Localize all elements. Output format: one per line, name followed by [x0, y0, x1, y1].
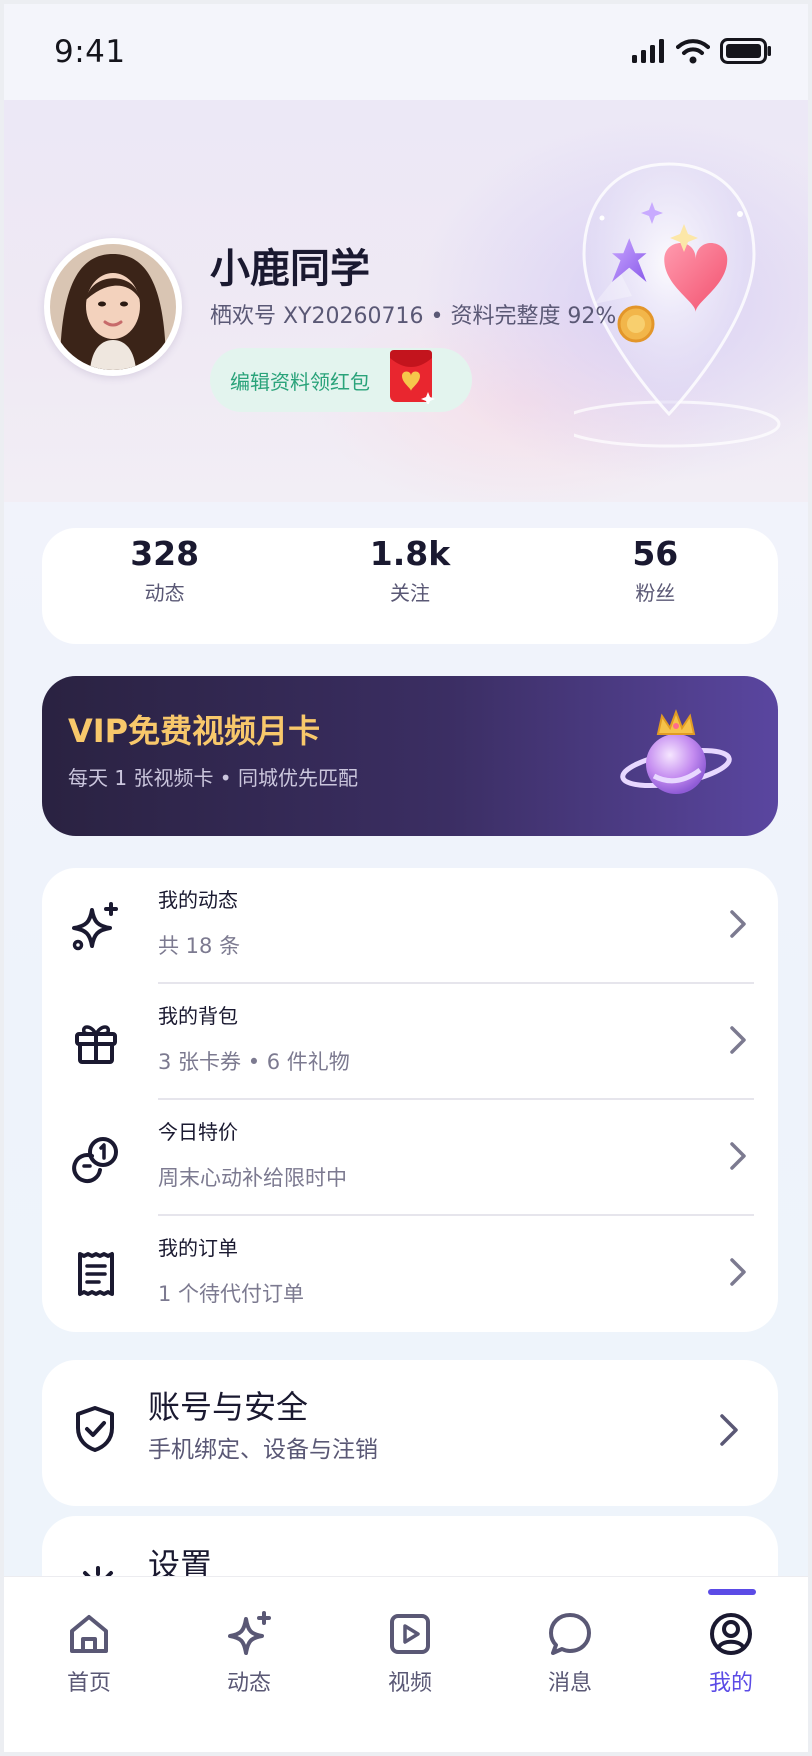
menu-item-daily-deals[interactable]: 今日特价 周末心动补给限时中 — [42, 1100, 778, 1216]
stat-followers[interactable]: 56 粉丝 — [555, 532, 755, 644]
crown-planet-icon — [620, 709, 732, 794]
receipt-icon — [78, 1252, 114, 1296]
avatar[interactable] — [44, 238, 182, 376]
chevron-right-icon — [720, 1414, 738, 1446]
menu-item-backpack[interactable]: 我的背包 3 张卡券 • 6 件礼物 — [42, 984, 778, 1100]
bottom-tab-bar: 首页 动态 视频 消息 我的 — [4, 1576, 808, 1752]
menu-item-subtitle: 周末心动补给限时中 — [158, 1166, 347, 1190]
chevron-right-icon — [730, 1026, 746, 1054]
vip-title: VIP免费视频月卡 — [68, 712, 321, 750]
active-tab-indicator — [708, 1589, 756, 1595]
account-security-item[interactable]: 账号与安全 手机绑定、设备与注销 — [42, 1360, 778, 1506]
stat-value: 1.8k — [369, 534, 451, 573]
chevron-right-icon — [730, 1142, 746, 1170]
status-bar: 9:41 — [4, 4, 808, 100]
home-icon — [70, 1615, 108, 1653]
vip-subtitle: 每天 1 张视频卡 • 同城优先匹配 — [68, 766, 358, 790]
account-subtitle: 手机绑定、设备与注销 — [148, 1437, 378, 1463]
profile-header: 小鹿同学 栖欢号 XY20260716 • 资料完整度 92% 编辑资料领红包 — [4, 100, 808, 502]
stat-label: 关注 — [389, 581, 430, 605]
menu-item-subtitle: 1 个待代付订单 — [158, 1282, 305, 1306]
menu-item-subtitle: 共 18 条 — [158, 934, 241, 958]
menu-item-title: 我的订单 — [158, 1236, 238, 1260]
tab-label: 我的 — [708, 1671, 753, 1696]
menu-item-subtitle: 3 张卡券 • 6 件礼物 — [158, 1050, 350, 1074]
gift-icon — [75, 1025, 117, 1064]
chat-icon — [549, 1613, 591, 1655]
tab-messages[interactable]: 消息 — [520, 1611, 620, 1697]
menu-item-title: 我的动态 — [158, 888, 238, 912]
battery-icon — [720, 38, 771, 64]
stat-label: 动态 — [144, 581, 185, 605]
profile-icon — [710, 1613, 752, 1655]
tab-video[interactable]: 视频 — [360, 1611, 460, 1697]
wifi-icon — [676, 39, 710, 64]
sparkle-icon — [228, 1611, 271, 1655]
vip-card[interactable]: VIP免费视频月卡 每天 1 张视频卡 • 同城优先匹配 — [42, 676, 778, 836]
coins-icon — [72, 1137, 118, 1184]
tab-label: 动态 — [226, 1671, 271, 1696]
stat-label: 粉丝 — [635, 581, 676, 605]
stats-card: 328 动态 1.8k 关注 56 粉丝 — [42, 528, 778, 644]
video-icon — [390, 1614, 430, 1654]
menu-item-my-posts[interactable]: 我的动态 共 18 条 — [42, 868, 778, 984]
chevron-right-icon — [730, 1258, 746, 1286]
stat-following[interactable]: 1.8k 关注 — [310, 532, 510, 644]
status-time: 9:41 — [54, 34, 126, 70]
chevron-right-icon — [730, 910, 746, 938]
stat-value: 56 — [632, 534, 679, 573]
tab-label: 视频 — [387, 1671, 432, 1696]
menu-item-orders[interactable]: 我的订单 1 个待代付订单 — [42, 1216, 778, 1332]
phone-screen: 9:41 小鹿同学 栖欢号 XY20260716 • 资料完整度 92% 编辑资… — [0, 0, 812, 1756]
sparkle-icon — [72, 902, 118, 951]
shield-check-icon — [76, 1406, 114, 1452]
red-envelope-icon — [390, 350, 435, 404]
stat-posts[interactable]: 328 动态 — [65, 532, 265, 644]
profile-id-line: 栖欢号 XY20260716 • 资料完整度 92% — [210, 304, 617, 329]
tab-label: 消息 — [547, 1671, 592, 1696]
tab-profile[interactable]: 我的 — [681, 1589, 781, 1697]
signal-icon — [632, 39, 664, 63]
menu-item-title: 今日特价 — [158, 1120, 238, 1144]
menu-item-title: 我的背包 — [158, 1004, 238, 1028]
tab-home[interactable]: 首页 — [39, 1611, 139, 1697]
tab-feed[interactable]: 动态 — [199, 1611, 299, 1697]
edit-profile-button[interactable]: 编辑资料领红包 — [210, 348, 472, 412]
status-icons — [632, 38, 772, 64]
profile-name: 小鹿同学 — [210, 246, 370, 292]
edit-profile-label: 编辑资料领红包 — [230, 369, 370, 394]
account-title: 账号与安全 — [148, 1388, 309, 1426]
avatar-photo — [50, 244, 176, 370]
menu-list: 我的动态 共 18 条 我的背包 3 张卡券 • 6 件礼物 今日特价 周末心动… — [42, 868, 778, 1332]
tab-label: 首页 — [66, 1671, 111, 1696]
stat-value: 328 — [130, 534, 200, 573]
